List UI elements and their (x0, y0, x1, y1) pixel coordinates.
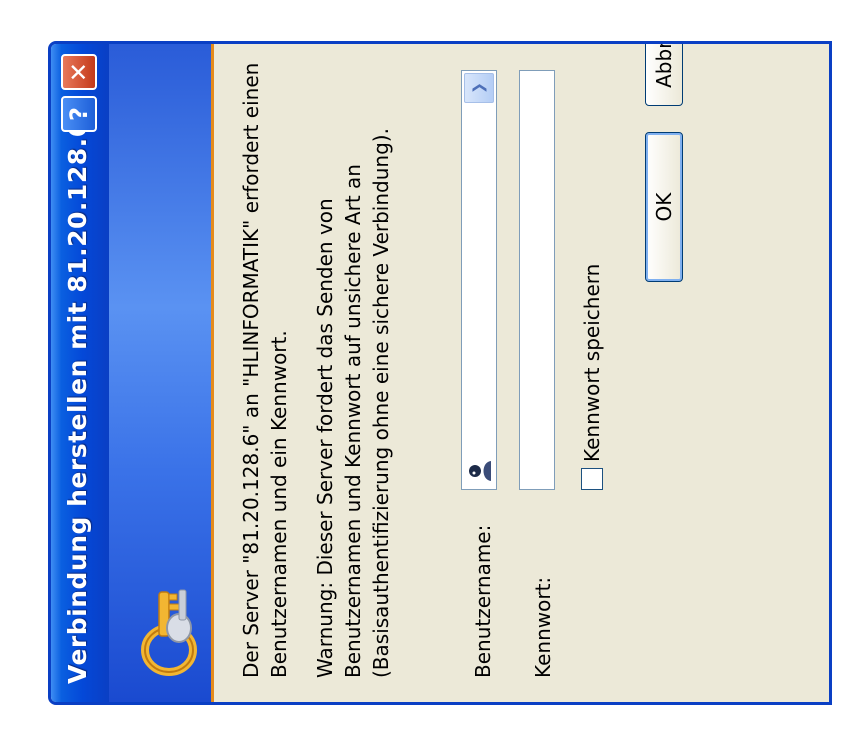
ok-button[interactable]: OK (645, 132, 683, 282)
server-message: Der Server "81.20.128.6" an "HLINFORMATI… (239, 62, 291, 678)
username-combobox[interactable]: ❯ (461, 70, 497, 490)
close-icon: ✕ (65, 61, 93, 83)
chevron-down-icon[interactable]: ❯ (464, 73, 494, 103)
title-bar[interactable]: Verbindung herstellen mit 81.20.128.6 ? … (51, 44, 109, 702)
header-banner (109, 44, 214, 702)
login-dialog: Verbindung herstellen mit 81.20.128.6 ? … (48, 41, 832, 705)
save-password-checkbox[interactable] (581, 468, 603, 490)
help-icon: ? (65, 107, 93, 121)
close-button[interactable]: ✕ (61, 54, 97, 90)
security-warning: Warnung: Dieser Server fordert das Sende… (313, 128, 393, 678)
save-password-option[interactable]: Kennwort speichern (577, 264, 607, 490)
window-title: Verbindung herstellen mit 81.20.128.6 (63, 119, 92, 684)
username-label: Benutzername: (471, 524, 495, 678)
password-field[interactable] (519, 70, 555, 490)
cancel-button[interactable]: Abbrechen (645, 41, 683, 106)
password-label: Kennwort: (531, 576, 555, 678)
keys-icon (141, 589, 197, 676)
save-password-label: Kennwort speichern (580, 263, 604, 462)
help-button[interactable]: ? (61, 96, 97, 132)
user-icon (469, 461, 491, 481)
